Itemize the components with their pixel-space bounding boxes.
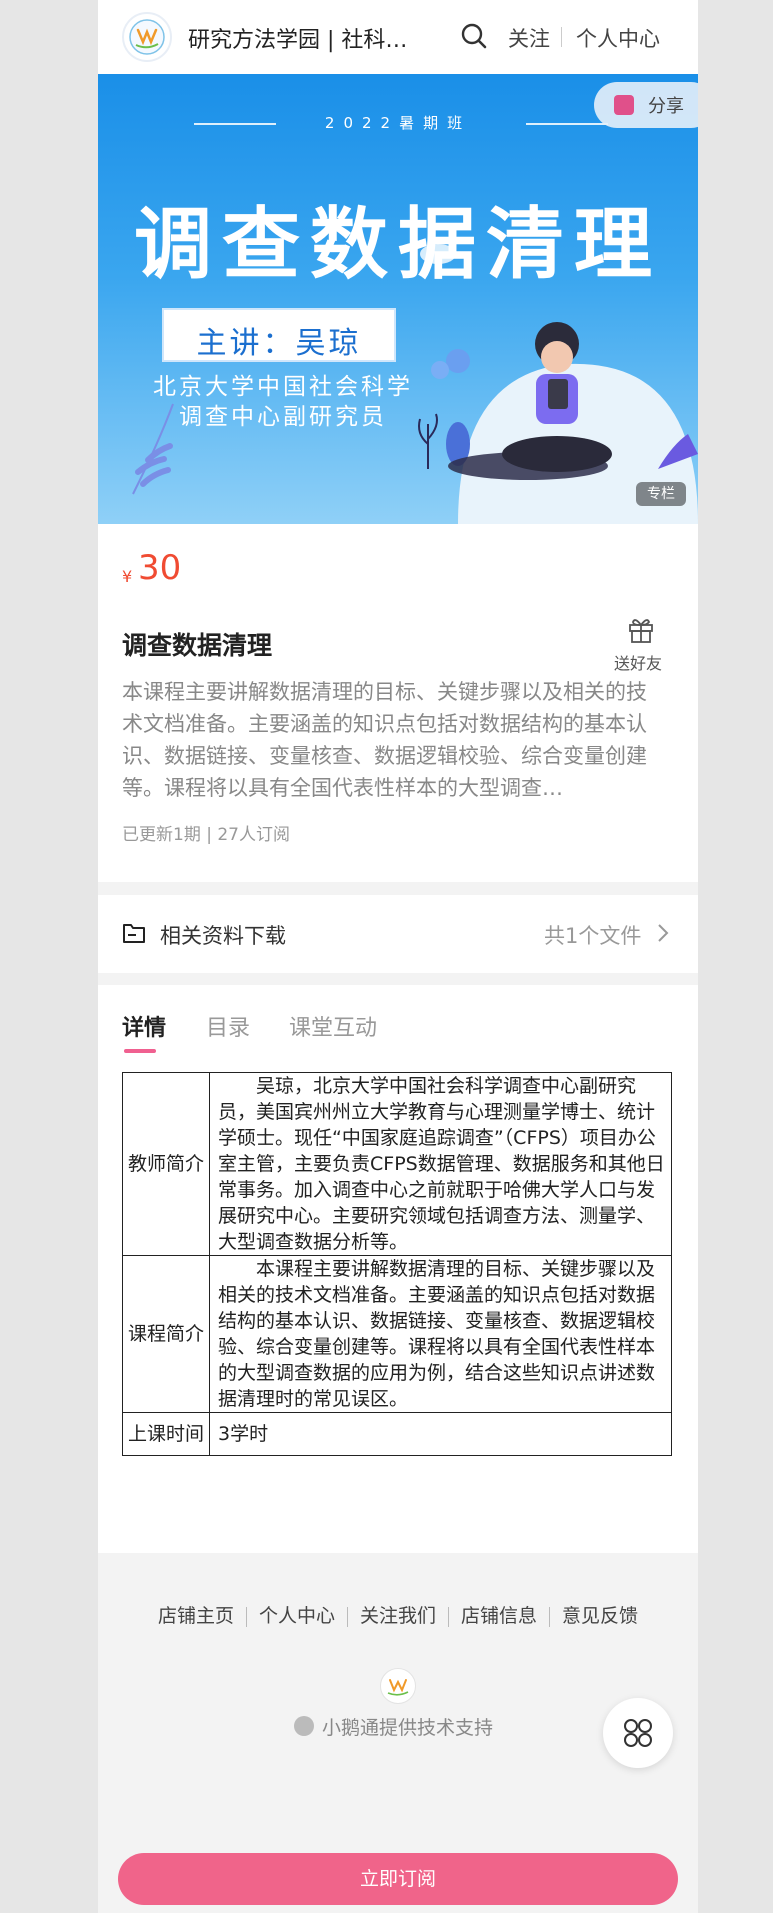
floating-menu-button[interactable] <box>603 1698 673 1768</box>
footer-link-personal-center[interactable]: 个人中心 <box>259 1605 335 1627</box>
footer-links: 店铺主页 个人中心 关注我们 店铺信息 意见反馈 <box>98 1601 698 1628</box>
table-row: 教师简介 吴琼，北京大学中国社会科学调查中心副研究员，美国宾州州立大学教育与心理… <box>122 1072 672 1256</box>
share-heart-icon <box>614 95 634 115</box>
top-header: 研究方法学园 | 社科… 关注 个人中心 <box>98 0 698 74</box>
banner-affiliation: 北京大学中国社会科学 调查中心副研究员 <box>138 372 428 432</box>
row-text: 吴琼，北京大学中国社会科学调查中心副研究员，美国宾州州立大学教育与心理测量学博士… <box>209 1072 672 1256</box>
gift-label[interactable]: 送好友 <box>614 650 662 674</box>
row-text-body: 本课程主要讲解数据清理的目标、关键步骤以及相关的技术文档准备。主要涵盖的知识点包… <box>218 1258 656 1410</box>
course-description: 本课程主要讲解数据清理的目标、关键步骤以及相关的技术文档准备。主要涵盖的知识点包… <box>122 680 647 800</box>
price-currency: ¥ <box>122 567 133 586</box>
xiaoe-logo-icon <box>294 1716 314 1736</box>
table-row: 课程简介 本课程主要讲解数据清理的目标、关键步骤以及相关的技术文档准备。主要涵盖… <box>122 1255 672 1413</box>
shop-logo-icon <box>129 19 165 55</box>
banner-affiliation-line2: 调查中心副研究员 <box>179 404 387 430</box>
header-divider <box>561 27 562 47</box>
chevron-right-icon <box>658 924 669 942</box>
grid-menu-icon <box>624 1719 652 1747</box>
course-meta: 已更新1期 | 27人订阅 <box>122 825 290 845</box>
table-row: 上课时间 3学时 <box>122 1412 672 1456</box>
section-gap <box>98 882 698 895</box>
footer-logo-icon <box>387 1679 409 1696</box>
row-text: 3学时 <box>209 1412 672 1456</box>
footer-link-shop-info[interactable]: 店铺信息 <box>461 1605 537 1627</box>
resources-row[interactable]: 相关资料下载 共1个文件 <box>98 895 698 973</box>
shop-title[interactable]: 研究方法学园 | 社科… <box>188 22 407 54</box>
detail-table: 教师简介 吴琼，北京大学中国社会科学调查中心副研究员，美国宾州州立大学教育与心理… <box>122 1072 672 1456</box>
resources-label: 相关资料下载 <box>160 924 286 948</box>
active-tab-indicator <box>124 1049 156 1053</box>
column-badge: 专栏 <box>636 482 686 506</box>
tab-interaction[interactable]: 课堂互动 <box>289 1010 377 1042</box>
tab-details[interactable]: 详情 <box>122 1010 166 1042</box>
lecturer-box: 主讲：吴琼 <box>162 308 396 362</box>
share-button[interactable]: 分享 <box>594 82 698 128</box>
page: 研究方法学园 | 社科… 关注 个人中心 2022暑期班 调查数据清理 主讲：吴… <box>98 0 698 1913</box>
price: 30 <box>138 548 182 588</box>
tab-catalog[interactable]: 目录 <box>206 1010 250 1042</box>
bottom-bar: 立即订阅 <box>98 1843 698 1913</box>
banner-lecturer: 主讲：吴琼 <box>196 326 362 361</box>
subscribe-button[interactable]: 立即订阅 <box>118 1853 678 1905</box>
personal-center-link[interactable]: 个人中心 <box>576 23 660 53</box>
tech-support-text: 小鹅通提供技术支持 <box>322 1717 494 1739</box>
row-text-body: 吴琼，北京大学中国社会科学调查中心副研究员，美国宾州州立大学教育与心理测量学博士… <box>218 1075 665 1253</box>
footer: 店铺主页 个人中心 关注我们 店铺信息 意见反馈 小鹅通提供技术支持 <box>98 1553 698 1843</box>
banner-affiliation-line1: 北京大学中国社会科学 <box>153 374 413 400</box>
share-label: 分享 <box>648 96 684 117</box>
shop-logo[interactable] <box>122 12 172 62</box>
banner-illustration <box>132 244 698 524</box>
course-banner: 2022暑期班 调查数据清理 主讲：吴琼 北京大学中国社会科学 调查中心副研究员… <box>98 74 698 524</box>
gift-icon[interactable] <box>626 614 656 644</box>
footer-link-follow-us[interactable]: 关注我们 <box>360 1605 436 1627</box>
folder-icon <box>123 924 145 943</box>
footer-link-shop-home[interactable]: 店铺主页 <box>158 1605 234 1627</box>
row-label: 课程简介 <box>122 1255 210 1413</box>
footer-link-feedback[interactable]: 意见反馈 <box>562 1605 638 1627</box>
course-title: 调查数据清理 <box>122 631 273 660</box>
follow-link[interactable]: 关注 <box>508 23 550 53</box>
banner-title: 调查数据清理 <box>133 200 662 290</box>
resources-count: 共1个文件 <box>544 924 642 948</box>
row-label: 教师简介 <box>122 1072 210 1256</box>
row-text: 本课程主要讲解数据清理的目标、关键步骤以及相关的技术文档准备。主要涵盖的知识点包… <box>209 1255 672 1413</box>
section-gap <box>98 973 698 985</box>
footer-logo <box>380 1668 416 1704</box>
search-icon[interactable] <box>460 22 488 50</box>
row-label: 上课时间 <box>122 1412 210 1456</box>
